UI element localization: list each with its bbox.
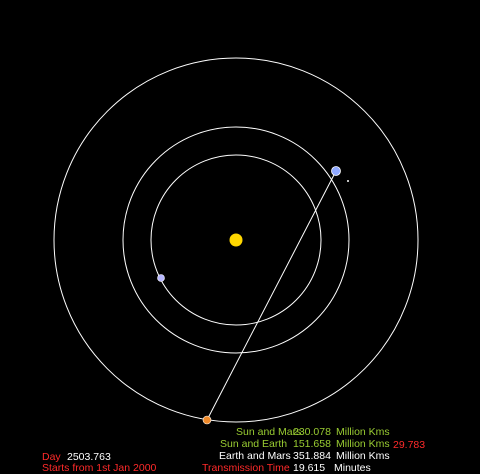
side-value: 29.783	[393, 439, 426, 451]
venus-icon	[157, 274, 165, 282]
sun-earth-unit: Million Kms	[336, 438, 390, 450]
earth-mars-unit: Million Kms	[336, 450, 390, 462]
transmission-unit: Minutes	[334, 462, 371, 474]
transmission-label: Transmission Time	[202, 462, 290, 474]
earth-icon	[331, 166, 341, 176]
transmission-value: 19.615	[293, 462, 326, 474]
sun-mars-label: Sun and Mars	[236, 426, 302, 438]
sun-earth-label: Sun and Earth	[220, 438, 288, 450]
sun-earth-value: 151.658	[293, 438, 331, 450]
sun-mars-value: 230.078	[293, 426, 331, 438]
day-start-note: Starts from 1st Jan 2000	[42, 462, 157, 474]
earth-mars-label: Earth and Mars	[219, 450, 291, 462]
earth-mars-line	[206, 170, 337, 421]
sun-mars-unit: Million Kms	[336, 426, 390, 438]
earth-mars-value: 351.884	[293, 450, 331, 462]
sun-icon	[229, 233, 243, 247]
moon-icon	[347, 180, 349, 182]
mars-icon	[202, 415, 212, 425]
orbit-diagram	[53, 57, 419, 425]
